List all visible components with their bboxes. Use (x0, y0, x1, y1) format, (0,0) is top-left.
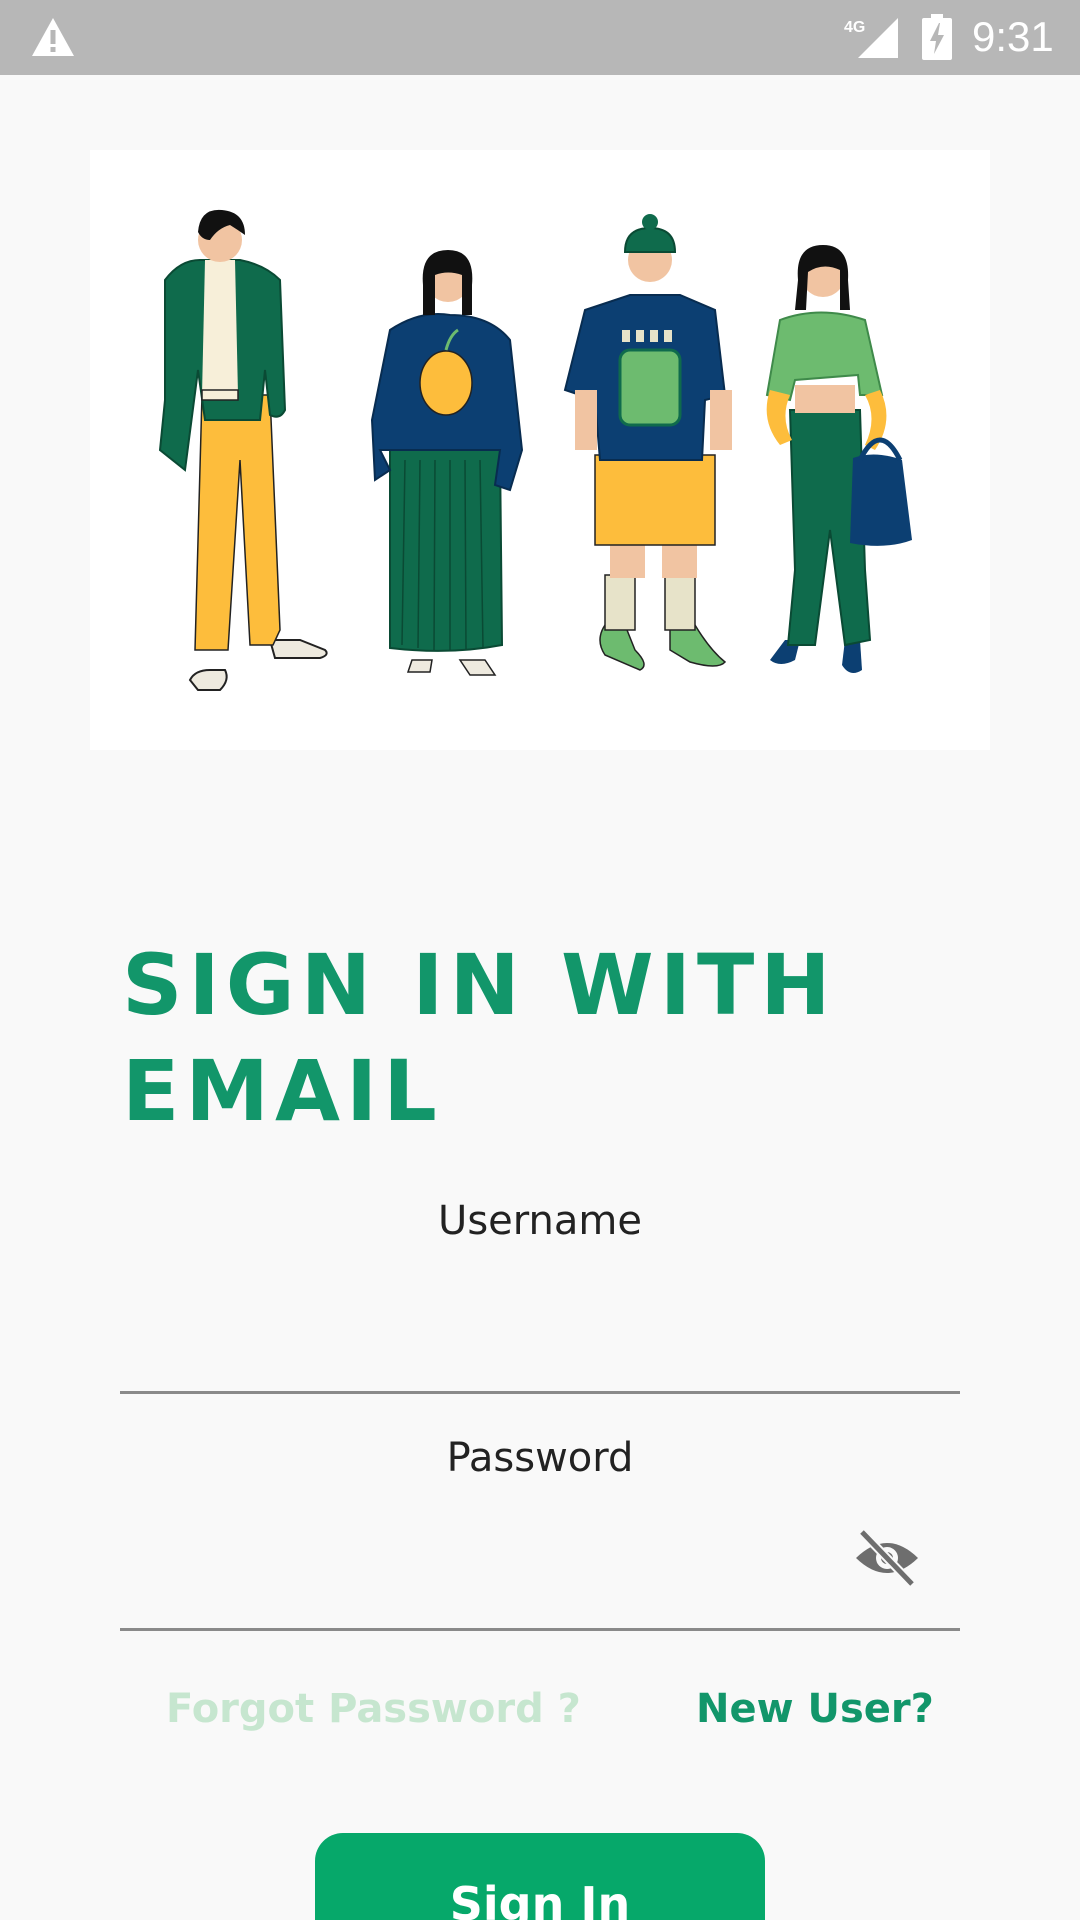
person-4 (765, 245, 912, 674)
cellular-signal-icon: 4G (844, 18, 898, 58)
status-time: 9:31 (972, 13, 1054, 60)
username-input[interactable] (120, 1324, 960, 1394)
page-title: SIGN IN WITH EMAIL (122, 936, 837, 1140)
people-illustration (158, 209, 912, 691)
person-3 (563, 214, 732, 671)
person-2 (370, 250, 524, 676)
new-user-link[interactable]: New User? (696, 1686, 934, 1732)
sign-in-button[interactable]: Sign In (315, 1833, 765, 1920)
battery-charging-icon (922, 14, 952, 60)
forgot-password-link[interactable]: Forgot Password ? (166, 1686, 581, 1732)
svg-text:4G: 4G (844, 19, 865, 36)
person-1 (158, 209, 328, 691)
illustration-card (90, 150, 990, 750)
status-bar: 4G 9:31 (0, 0, 1080, 75)
eye-off-icon[interactable] (852, 1528, 922, 1588)
password-label: Password (446, 1435, 634, 1481)
warning-icon (32, 18, 74, 56)
password-input[interactable] (120, 1561, 960, 1631)
username-label: Username (438, 1198, 642, 1244)
